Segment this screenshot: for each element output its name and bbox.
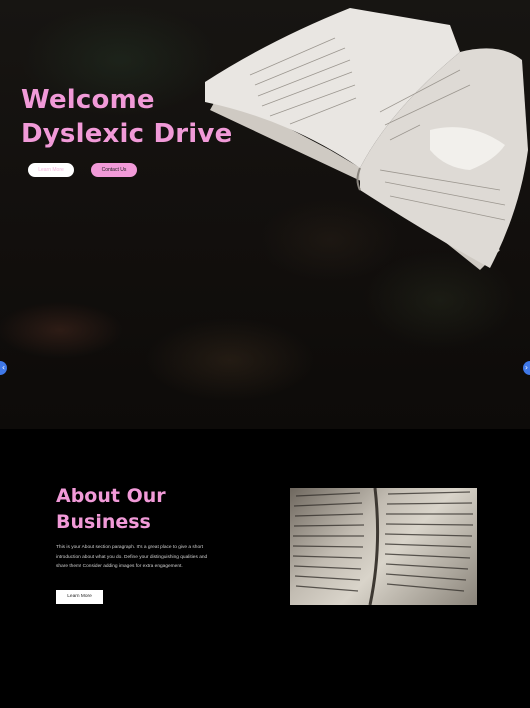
hero-title-line1: Welcome: [21, 85, 155, 115]
chevron-right-icon: ›: [524, 363, 529, 372]
dictionary-image: [290, 488, 477, 605]
dictionary-page-graphic: [292, 488, 474, 605]
about-title-line2: Business: [56, 511, 151, 533]
hero-title: Welcome Dyslexic Drive: [21, 83, 232, 151]
contact-us-button[interactable]: Contact Us: [91, 163, 137, 177]
about-title: About Our Business: [56, 483, 166, 535]
slider-next-button[interactable]: ›: [523, 361, 530, 375]
chevron-left-icon: ‹: [1, 363, 6, 372]
hero-title-line2: Dyslexic Drive: [21, 119, 233, 149]
open-book-image: [205, 8, 528, 270]
hero-section: Welcome Dyslexic Drive Learn More Contac…: [0, 0, 530, 429]
learn-more-button[interactable]: Learn More: [28, 163, 74, 177]
about-title-line1: About Our: [56, 485, 166, 507]
about-learn-more-button[interactable]: Learn More: [56, 590, 103, 604]
about-paragraph: This is your About section paragraph. It…: [56, 545, 208, 569]
